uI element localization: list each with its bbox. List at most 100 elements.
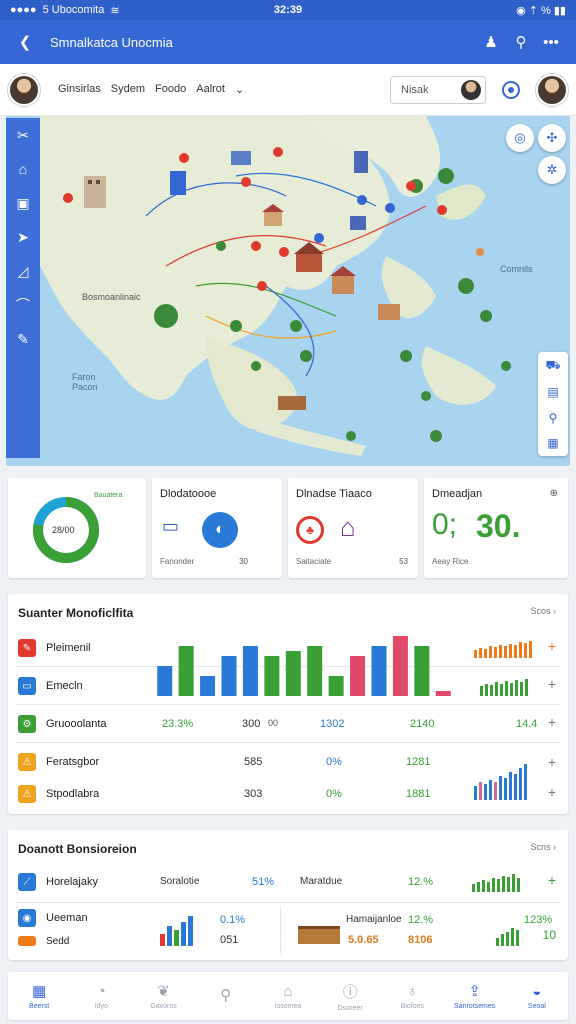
- add-icon[interactable]: +: [548, 754, 556, 770]
- card-right-value: 30: [239, 557, 248, 566]
- chart-icon: ⟋: [18, 873, 36, 891]
- alert-icon: ⓘ: [342, 983, 358, 1001]
- row-value: 1302: [320, 718, 345, 730]
- gear-icon: ⚙: [18, 715, 36, 733]
- pin-icon[interactable]: ⊕: [550, 488, 558, 499]
- nav-item-2[interactable]: ◔ Idyo: [70, 972, 132, 1020]
- card-right-value: 53: [399, 557, 408, 566]
- filter-bar: Ginsirlas Sydem Foodo Aalrot ⌄ Nisak: [0, 64, 576, 116]
- nav-item-9[interactable]: ◒ Seoal: [506, 972, 568, 1020]
- chart-icon[interactable]: ◿: [12, 260, 34, 282]
- donut-chart: [33, 497, 99, 563]
- camera-icon[interactable]: ◎: [506, 124, 534, 152]
- nav-label: Biofoes: [400, 1002, 425, 1010]
- nav-item-8[interactable]: ⇪ Sanrotsemes: [444, 972, 506, 1020]
- row-pct: 0.1%: [220, 914, 246, 926]
- filter-item[interactable]: Ginsirlas: [58, 83, 101, 96]
- monitoring-panel: Suanter Monoficlfita Scos › ✎ Pleimenil …: [8, 594, 568, 814]
- card-left-label: Fanonder: [160, 557, 195, 566]
- nav-item-3[interactable]: ❦ Gavoros: [132, 972, 194, 1020]
- home-icon[interactable]: ⌂: [12, 158, 34, 180]
- add-icon[interactable]: +: [548, 638, 556, 654]
- nav-label: Dsoreer: [337, 1004, 363, 1012]
- building-icon: [298, 926, 340, 944]
- bar: [392, 636, 408, 696]
- row-value: 1881: [406, 788, 431, 800]
- avatar[interactable]: [8, 73, 40, 106]
- layer-icon[interactable]: ▣: [12, 192, 34, 214]
- bell-icon: ⚠: [18, 753, 36, 771]
- scissors-icon[interactable]: ✂: [12, 124, 34, 146]
- send-icon[interactable]: ➤: [12, 226, 34, 248]
- map-view[interactable]: ✂ ⌂ ▣ ➤ ◿ ⌒ ✎ ◎ ✣ ✲ ⛟ ▤ ⚲ ▦ Comnils Bosm…: [6, 116, 570, 466]
- bar: [307, 646, 323, 696]
- nav-item-6[interactable]: ⓘ Dsoreer: [319, 972, 381, 1020]
- stat-card-4[interactable]: Dmeadjan ⊕ 0; 30. Aeay Rice: [424, 478, 568, 578]
- bar: [435, 691, 451, 696]
- mic-icon[interactable]: ⚲: [506, 33, 536, 51]
- bar: [221, 656, 237, 696]
- add-icon[interactable]: +: [548, 872, 556, 888]
- bar: [264, 656, 280, 696]
- grid-icon: ▦: [32, 983, 47, 1000]
- compass-icon[interactable]: ✣: [538, 124, 566, 152]
- nav-label: Beerst: [28, 1003, 50, 1010]
- row-val: 051: [220, 934, 239, 946]
- card-title: Dlnadse Tiaaco: [296, 488, 372, 500]
- pin-icon[interactable]: ⚲: [549, 411, 558, 425]
- chevron-down-icon[interactable]: ⌄: [235, 83, 244, 96]
- nav-label: Gavoros: [150, 1003, 177, 1010]
- status-icons: ◉ ⇡ % ▮▮: [516, 4, 566, 17]
- profile-avatar[interactable]: [536, 73, 568, 106]
- donut-card[interactable]: 28/00 Bauatera: [8, 478, 146, 578]
- search-icon: ⚲: [220, 986, 232, 1004]
- row-value: 1281: [406, 756, 431, 768]
- row-value: 585: [244, 756, 263, 768]
- add-icon[interactable]: +: [548, 676, 556, 692]
- stat-card-3[interactable]: Dlnadse Tiaaco ♣ ⌂ Saitaciate 53: [288, 478, 418, 578]
- target-icon: ♣: [296, 516, 324, 544]
- bell-icon: ♁: [406, 982, 419, 1000]
- user-icon[interactable]: ♟: [476, 33, 506, 51]
- panel-title: Doanott Bonsioreion: [18, 842, 137, 856]
- more-icon[interactable]: •••: [536, 34, 566, 51]
- card-title: Dmeadjan: [432, 488, 483, 500]
- fan-icon[interactable]: ✲: [538, 156, 566, 184]
- back-arrow-icon[interactable]: ❮: [10, 33, 40, 51]
- add-icon[interactable]: +: [548, 784, 556, 800]
- bar: [285, 651, 301, 696]
- nav-item-7[interactable]: ♁ Biofoes: [381, 972, 443, 1020]
- nav-item-home[interactable]: ▦ Beerst: [8, 972, 70, 1020]
- stat-card-2[interactable]: Dlodatoooe ▭ ◐ Fanonder 30: [152, 478, 282, 578]
- add-icon[interactable]: +: [548, 714, 556, 730]
- share-icon: ⇪: [468, 983, 481, 1000]
- nav-item-5[interactable]: ⌂ Issomea: [257, 972, 319, 1020]
- pen-icon[interactable]: ✎: [12, 328, 34, 350]
- add-icon[interactable]: 10: [543, 928, 556, 942]
- shape-icon[interactable]: ⌒: [12, 294, 34, 316]
- row-value: 12.%: [408, 876, 434, 888]
- row-label: Emecln: [46, 680, 83, 692]
- big-right: 30.: [476, 508, 521, 544]
- compass-icon: ◒: [532, 982, 542, 1000]
- row-right-pct: 123%: [524, 914, 553, 926]
- row-v1: 5.0.65: [348, 934, 379, 946]
- list-item[interactable]: Sedd: [8, 928, 568, 954]
- panel-more[interactable]: Scos ›: [530, 606, 556, 616]
- home-icon: ⌂: [283, 982, 293, 1000]
- status-left: ●●●● 5 Ubocomita ≋: [10, 4, 195, 17]
- filter-item[interactable]: Foodo: [155, 83, 186, 96]
- search-input[interactable]: Nisak: [390, 75, 486, 104]
- location-target-icon[interactable]: [502, 80, 520, 99]
- table-icon[interactable]: ▦: [547, 436, 558, 450]
- filter-item[interactable]: Aalrot: [196, 83, 225, 96]
- carrier-label: 5 Ubocomita: [42, 4, 105, 16]
- car-icon[interactable]: ⛟: [545, 358, 560, 374]
- panel-more[interactable]: Scns ›: [530, 842, 556, 852]
- row-label: Stpodlabra: [46, 788, 100, 800]
- nav-item-4[interactable]: ⚲: [195, 972, 257, 1020]
- filter-item[interactable]: Sydem: [111, 83, 145, 96]
- doc-icon[interactable]: ▤: [547, 385, 558, 399]
- list-item[interactable]: ⚙ Gruooolanta: [8, 706, 568, 742]
- row-value: 2140: [410, 718, 435, 730]
